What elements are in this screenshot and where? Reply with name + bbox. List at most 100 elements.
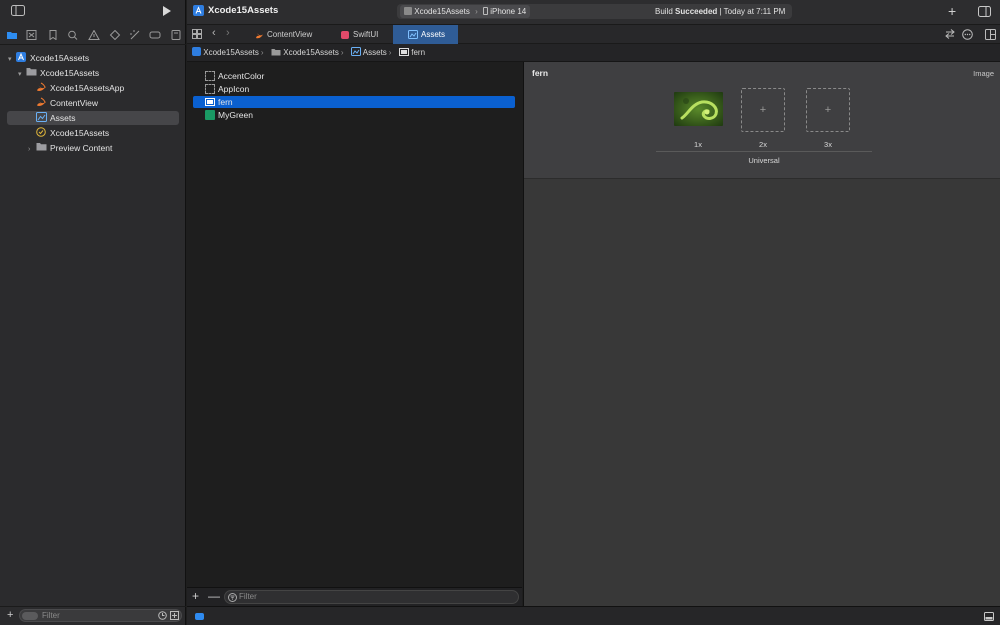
breadcrumb-label: Xcode15Assets <box>283 48 339 57</box>
asset-catalog-icon <box>408 30 418 39</box>
sidebar-filter-field[interactable]: Filter <box>19 609 182 622</box>
asset-filter-placeholder: Filter <box>239 592 257 601</box>
debug-status-bar <box>187 606 1000 625</box>
build-status: Build Succeeded | Today at 7:11 PM <box>655 4 785 19</box>
test-icon[interactable] <box>109 30 121 40</box>
tree-row-xcode15assetsapp[interactable]: Xcode15AssetsApp <box>0 81 186 95</box>
asset-item-accentcolor[interactable]: AccentColor <box>193 70 515 82</box>
slot-2x-empty[interactable]: + <box>741 88 785 132</box>
project-navigator-icon[interactable] <box>6 30 18 40</box>
folder-icon <box>271 48 281 56</box>
swiftui-icon <box>341 31 349 39</box>
report-icon[interactable] <box>170 30 182 40</box>
build-status-time: | Today at 7:11 PM <box>719 7 786 16</box>
library-add-icon[interactable]: + <box>948 3 956 19</box>
xcode-project-icon <box>192 47 201 56</box>
breadcrumb-item-assets[interactable]: Assets › <box>351 44 393 61</box>
chevron-right-icon: › <box>475 7 478 16</box>
plus-icon: + <box>759 104 767 116</box>
tree-row-label: Assets <box>50 113 76 123</box>
asset-filter-field[interactable]: Filter <box>224 590 519 604</box>
asset-item-label: AppIcon <box>218 84 250 94</box>
tab-swiftui[interactable]: SwiftUI <box>327 25 389 44</box>
asset-item-label: MyGreen <box>218 110 253 120</box>
find-icon[interactable] <box>67 30 79 40</box>
tree-row-xcode15assets[interactable]: ▾ Xcode15Assets <box>0 66 186 80</box>
console-toggle-icon[interactable] <box>984 612 994 621</box>
app-scheme-icon <box>404 7 412 15</box>
debug-area-toggle-icon[interactable] <box>195 613 204 620</box>
disclosure-chevron-icon[interactable]: › <box>28 143 36 157</box>
tree-row-preview-content[interactable]: › Preview Content <box>0 141 186 155</box>
color-swatch-icon <box>205 110 215 120</box>
tree-row-xcode15assets[interactable]: ▾ Xcode15Assets <box>0 51 186 65</box>
swift-file-icon <box>36 97 47 107</box>
tree-row-label: Xcode15Assets <box>30 53 90 63</box>
scheme-name: Xcode15Assets <box>414 7 470 16</box>
back-chevron-icon[interactable]: ‹ <box>212 27 216 39</box>
forward-chevron-icon[interactable]: › <box>226 27 230 39</box>
bookmark-icon[interactable] <box>47 30 59 40</box>
source-control-icon[interactable] <box>26 30 38 40</box>
sidebar-toggle-icon[interactable] <box>11 5 25 16</box>
disclosure-chevron-icon[interactable]: ▾ <box>8 53 16 67</box>
build-status-result: Succeeded <box>675 7 718 16</box>
asset-list: AccentColor AppIcon fern MyGreen <box>187 62 522 587</box>
breadcrumb-label: Xcode15Assets <box>203 48 259 57</box>
folder-icon <box>26 67 37 77</box>
asset-name: fern <box>532 68 549 78</box>
asset-item-label: fern <box>218 97 233 107</box>
breadcrumb-item-folder[interactable]: Xcode15Assets › <box>271 44 346 61</box>
tree-row-label: ContentView <box>50 98 99 108</box>
asset-item-appicon[interactable]: AppIcon <box>193 83 515 95</box>
issue-icon[interactable] <box>88 30 100 40</box>
split-editor-icon[interactable] <box>985 29 996 40</box>
tree-row-label: Preview Content <box>50 143 113 153</box>
image-set-panel: fern Image 1x +2x +3x Universal <box>524 62 1000 179</box>
tree-row-label: Xcode15Assets <box>50 128 110 138</box>
remove-asset-button[interactable]: — <box>208 589 220 603</box>
tab-contentview[interactable]: ContentView <box>245 25 323 44</box>
asset-item-fern[interactable]: fern <box>193 96 515 108</box>
asset-catalog-icon <box>351 47 361 56</box>
tab-assets[interactable]: Assets <box>393 25 458 44</box>
related-items-icon[interactable] <box>945 29 955 39</box>
tree-row-label: Xcode15AssetsApp <box>50 83 125 93</box>
scheme-destination-selector[interactable]: Xcode15Assets › iPhone 14 <box>400 5 531 18</box>
slot-1x-fern-image[interactable] <box>674 92 723 126</box>
add-icon[interactable]: + <box>7 609 13 621</box>
breadcrumb-item-project[interactable]: Xcode15Assets › <box>192 44 266 61</box>
slot-3x-empty[interactable]: + <box>806 88 850 132</box>
swift-file-icon <box>255 31 264 39</box>
universal-label: Universal <box>748 156 780 165</box>
folder-icon <box>36 142 47 152</box>
asset-item-mygreen[interactable]: MyGreen <box>193 109 515 121</box>
add-asset-button[interactable]: + <box>192 589 199 603</box>
tree-row-contentview[interactable]: ContentView <box>0 96 186 110</box>
project-title: Xcode15Assets <box>208 5 279 16</box>
navigator-sidebar: ▾ Xcode15Assets ▾ Xcode15Assets Xcode15Asset… <box>0 0 186 625</box>
recent-files-icon[interactable] <box>158 611 167 620</box>
source-control-filter-icon[interactable] <box>170 611 179 620</box>
debug-icon[interactable] <box>129 30 141 40</box>
run-button[interactable] <box>162 5 172 17</box>
breakpoint-icon[interactable] <box>149 30 161 40</box>
filter-options-icon[interactable] <box>22 611 38 620</box>
swift-file-icon <box>36 82 47 92</box>
more-options-icon[interactable] <box>962 29 973 40</box>
slot-3x-label: 3x <box>824 140 832 149</box>
tab-label: ContentView <box>267 30 313 39</box>
tree-row-xcode15assets[interactable]: Xcode15Assets <box>0 126 186 140</box>
inspector-toggle-icon[interactable] <box>978 6 991 17</box>
sidebar-filter-placeholder: Filter <box>42 611 60 620</box>
asset-item-label: AccentColor <box>218 71 265 81</box>
window-toolbar: Xcode15Assets Xcode15Assets › iPhone 14 … <box>187 0 1000 24</box>
xcode-project-icon <box>193 5 204 16</box>
breadcrumb-item-fern[interactable]: fern <box>399 44 425 61</box>
xcode-project-icon <box>16 52 27 62</box>
tree-row-assets[interactable]: Assets <box>7 111 179 125</box>
filter-icon <box>228 593 237 602</box>
grid-menu-icon[interactable] <box>192 29 202 39</box>
disclosure-chevron-icon[interactable]: ▾ <box>18 68 26 82</box>
activity-bar: Xcode15Assets › iPhone 14 Build Succeede… <box>397 4 792 19</box>
